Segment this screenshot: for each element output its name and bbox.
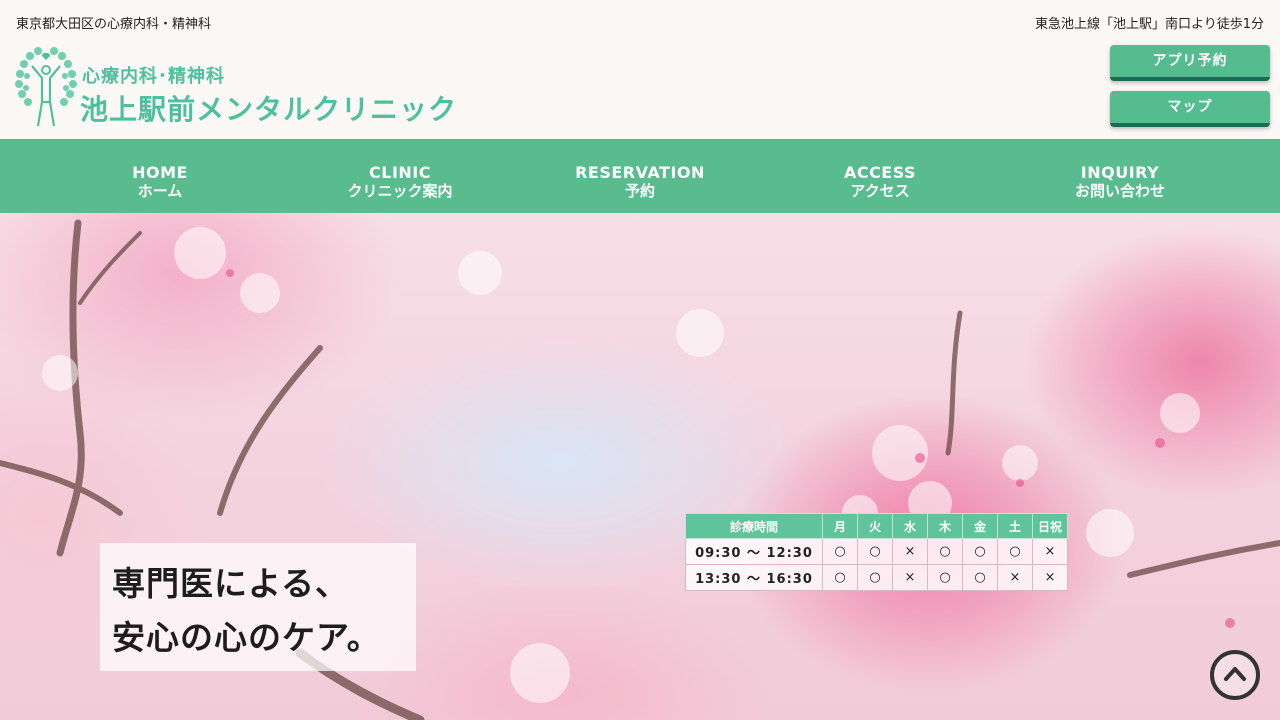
hours-header-row: 診療時間 月 火 水 木 金 土 日祝 xyxy=(685,513,1068,539)
top-bar: 東京都大田区の心療内科・精神科 東急池上線「池上駅」南口より徒歩1分 xyxy=(0,0,1280,44)
nav-item-home[interactable]: HOME ホーム xyxy=(60,139,260,213)
logo-subtitle: 心療内科･精神科 xyxy=(82,66,225,87)
logo-clinic-name: 池上駅前メンタルクリニック xyxy=(80,93,458,126)
hours-status: × xyxy=(1032,564,1068,591)
app-reservation-button[interactable]: アプリ予約 xyxy=(1110,45,1270,81)
nav-label-en: HOME xyxy=(132,163,188,182)
hours-header-day: 月 xyxy=(822,513,858,539)
hours-status: × xyxy=(1032,538,1068,565)
nav-item-reservation[interactable]: RESERVATION 予約 xyxy=(540,139,740,213)
tree-person-heart-icon xyxy=(15,47,77,127)
map-button[interactable]: マップ xyxy=(1110,91,1270,127)
hours-header-day: 日祝 xyxy=(1032,513,1068,539)
chevron-up-icon xyxy=(1224,667,1246,681)
access-text: 東急池上線「池上駅」南口より徒歩1分 xyxy=(1034,17,1264,32)
hours-status: ○ xyxy=(962,538,998,565)
tagline-line-2: 安心の心のケア。 xyxy=(112,618,381,657)
hours-status: ○ xyxy=(857,564,893,591)
hours-status: ○ xyxy=(927,564,963,591)
hero-image: 専門医による、 安心の心のケア。 診療時間 月 火 水 木 金 土 日祝 09:… xyxy=(0,213,1280,720)
nav-label-ja: お問い合わせ xyxy=(1074,182,1165,200)
hours-status: ○ xyxy=(822,538,858,565)
hours-status: ○ xyxy=(997,538,1033,565)
hours-header-day: 水 xyxy=(892,513,928,539)
tagline-line-1: 専門医による、 xyxy=(112,564,350,603)
hours-row-afternoon: 13:30 ～ 16:30 ○ ○ × ○ ○ × × xyxy=(685,564,1068,591)
hours-status: ○ xyxy=(822,564,858,591)
scroll-to-top-button[interactable] xyxy=(1210,650,1260,700)
hours-row-morning: 09:30 ～ 12:30 ○ ○ × ○ ○ ○ × xyxy=(685,538,1068,565)
hours-status: ○ xyxy=(927,538,963,565)
nav-label-ja: クリニック案内 xyxy=(347,182,453,200)
nav-label-ja: ホーム xyxy=(137,182,183,200)
office-hours-table: 診療時間 月 火 水 木 金 土 日祝 09:30 ～ 12:30 ○ ○ × … xyxy=(685,513,1068,591)
clinic-logo[interactable]: 心療内科･精神科 池上駅前メンタルクリニック xyxy=(14,46,464,132)
hours-header-label: 診療時間 xyxy=(685,513,823,539)
hours-status: ○ xyxy=(857,538,893,565)
hours-time: 09:30 ～ 12:30 xyxy=(685,538,823,565)
nav-label-en: CLINIC xyxy=(369,163,431,182)
hours-header-day: 火 xyxy=(857,513,893,539)
hours-header-day: 土 xyxy=(997,513,1033,539)
hours-status: ○ xyxy=(962,564,998,591)
hours-status: × xyxy=(892,564,928,591)
hours-time: 13:30 ～ 16:30 xyxy=(685,564,823,591)
nav-label-ja: アクセス xyxy=(850,182,910,200)
nav-label-en: INQUIRY xyxy=(1080,163,1160,182)
nav-label-ja: 予約 xyxy=(624,182,655,200)
nav-label-en: RESERVATION xyxy=(575,163,705,182)
hero-tagline: 専門医による、 安心の心のケア。 xyxy=(100,543,416,671)
hours-header-day: 金 xyxy=(962,513,998,539)
location-text: 東京都大田区の心療内科・精神科 xyxy=(16,17,212,32)
hours-header-day: 木 xyxy=(927,513,963,539)
nav-item-clinic[interactable]: CLINIC クリニック案内 xyxy=(300,139,500,213)
nav-item-inquiry[interactable]: INQUIRY お問い合わせ xyxy=(1020,139,1220,213)
nav-item-access[interactable]: ACCESS アクセス xyxy=(780,139,980,213)
hours-status: × xyxy=(997,564,1033,591)
main-navigation: HOME ホーム CLINIC クリニック案内 RESERVATION 予約 A… xyxy=(0,139,1280,213)
hours-status: × xyxy=(892,538,928,565)
nav-label-en: ACCESS xyxy=(843,163,917,182)
